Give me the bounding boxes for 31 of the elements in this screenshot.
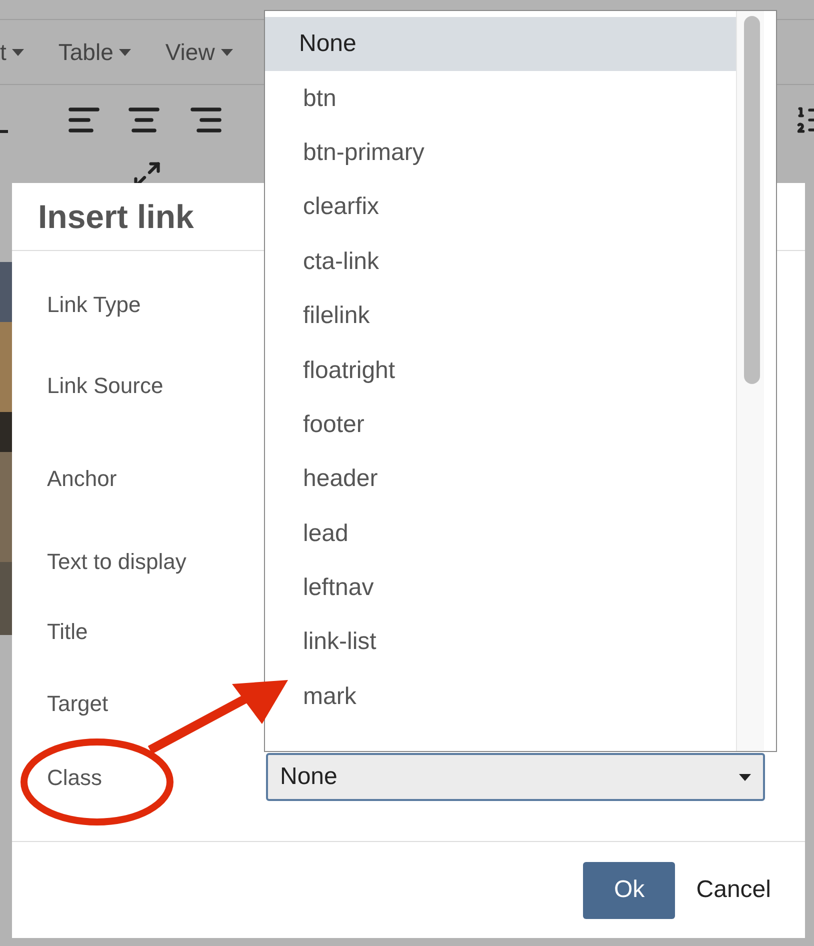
dropdown-option[interactable]: None [265,17,738,72]
class-select[interactable]: None [266,753,765,801]
caret-icon [119,48,132,56]
dialog-title: Insert link [38,196,194,237]
dropdown-option[interactable]: footer [265,398,738,452]
cancel-button[interactable]: Cancel [696,862,771,918]
dropdown-option[interactable]: floatright [265,343,738,398]
field-label: Title [47,618,89,646]
scrollbar[interactable] [736,11,764,751]
caret-icon [12,48,24,56]
dropdown-option[interactable]: cta-link [265,234,738,289]
field-label: Class [47,764,104,792]
dropdown-option[interactable]: btn-primary [265,126,738,180]
ok-button[interactable]: Ok [583,862,676,918]
dropdown-option[interactable]: lead [265,506,738,561]
field-label: Target [47,690,110,718]
dropdown-option[interactable]: header [265,452,738,507]
field-label: Link Source [47,372,164,400]
caret-icon [739,774,751,780]
menu-item[interactable]: Table [58,34,132,70]
dropdown-option[interactable]: btn [265,71,738,126]
field-label: Link Type [47,291,142,320]
dropdown-option[interactable]: leftnav [265,560,738,616]
dropdown-option[interactable]: link-list [265,615,738,670]
dropdown-option[interactable]: filelink [265,288,738,344]
menu-item[interactable]: t [0,34,24,70]
field-label: Anchor [47,465,118,494]
field-label: Text to display [47,548,188,576]
dropdown-option[interactable]: clearfix [265,180,738,235]
caret-icon [220,48,233,56]
menu-item[interactable]: View [165,34,233,70]
